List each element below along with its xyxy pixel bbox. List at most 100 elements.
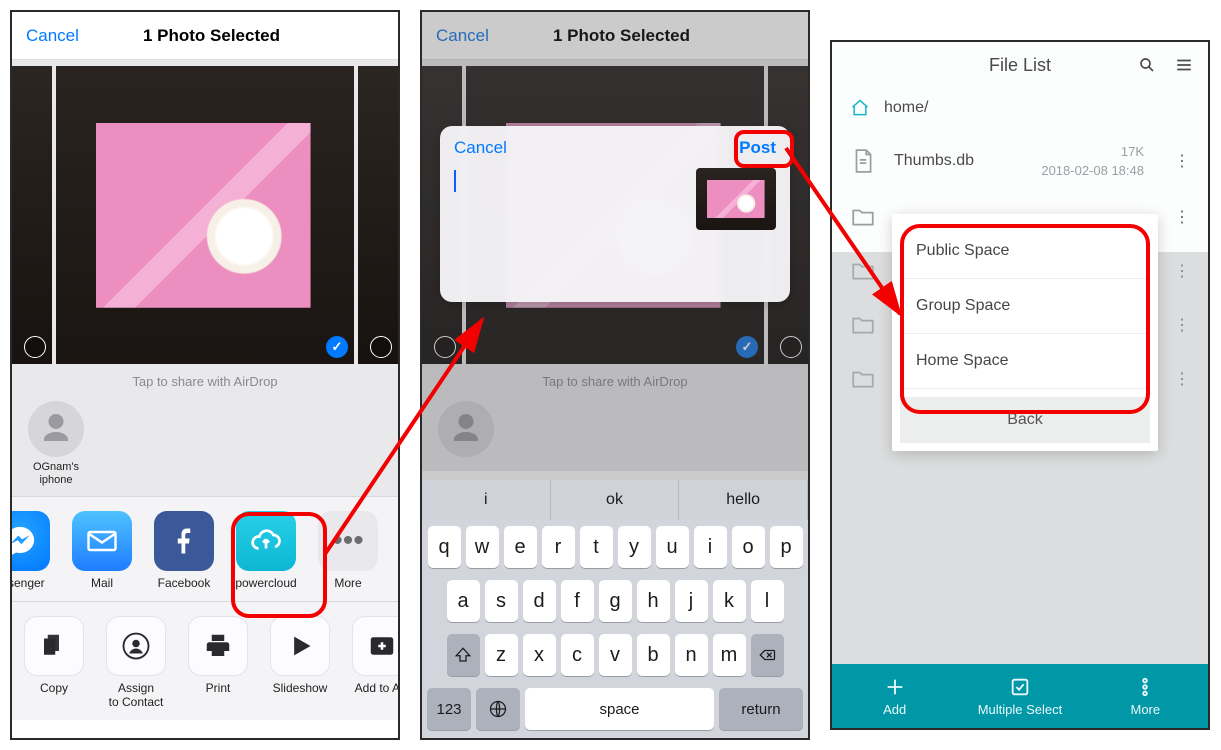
share-app-facebook[interactable]: Facebook: [146, 511, 222, 591]
ios-keyboard: i ok hello q w e r t y u i o p a s d f g…: [422, 480, 808, 738]
kb-key[interactable]: a: [447, 580, 480, 622]
kb-key[interactable]: h: [637, 580, 670, 622]
share-app-label: More: [310, 577, 386, 591]
kb-row-2: a s d f g h j k l: [422, 574, 808, 628]
toolbar-add[interactable]: Add: [832, 664, 957, 728]
file-size: 17K: [1121, 144, 1144, 159]
kb-key[interactable]: q: [428, 526, 461, 568]
share-app-label: Mail: [64, 577, 140, 591]
select-circle-empty[interactable]: [24, 336, 46, 358]
kb-space[interactable]: space: [525, 688, 714, 730]
kb-row-1: q w e r t y u i o p: [422, 520, 808, 574]
selected-photo[interactable]: [56, 66, 354, 364]
kb-key[interactable]: p: [770, 526, 803, 568]
kb-key[interactable]: w: [466, 526, 499, 568]
breadcrumb[interactable]: home/: [832, 88, 1208, 132]
file-list-title: File List: [989, 55, 1051, 76]
action-add-album[interactable]: Add to Alb: [344, 616, 398, 696]
kb-key[interactable]: n: [675, 634, 708, 676]
adjacent-photo-left[interactable]: [12, 66, 52, 364]
airdrop-target[interactable]: OGnam's iphone: [24, 401, 88, 486]
post-submit-button[interactable]: Post: [739, 138, 776, 158]
space-option-home[interactable]: Home Space: [900, 334, 1150, 389]
kb-key[interactable]: l: [751, 580, 784, 622]
file-icon: [850, 146, 876, 176]
print-icon: [188, 616, 248, 676]
space-picker-back[interactable]: Back: [900, 397, 1150, 443]
kb-key[interactable]: i: [694, 526, 727, 568]
file-name: Thumbs.db: [894, 152, 974, 170]
kb-key[interactable]: g: [599, 580, 632, 622]
action-label: Assign: [98, 682, 174, 696]
kb-key[interactable]: f: [561, 580, 594, 622]
post-thumbnail: [696, 168, 776, 230]
airdrop-contacts: OGnam's iphone: [12, 397, 398, 496]
share-actions-row: Copy Assign to Contact Print Slideshow: [12, 601, 398, 720]
kb-key[interactable]: c: [561, 634, 594, 676]
phone-file-list: File List home/ Thumbs.db 17K 2018-02-08…: [830, 40, 1210, 730]
kb-key[interactable]: k: [713, 580, 746, 622]
share-app-label: essenger: [12, 577, 58, 591]
airdrop-hint: Tap to share with AirDrop: [12, 364, 398, 397]
action-slideshow[interactable]: Slideshow: [262, 616, 338, 696]
kb-suggestion[interactable]: ok: [551, 480, 680, 520]
action-print[interactable]: Print: [180, 616, 256, 696]
kb-row-fn: 123 space return: [422, 682, 808, 738]
play-icon: [270, 616, 330, 676]
toolbar-multiselect[interactable]: Multiple Select: [957, 664, 1082, 728]
breadcrumb-path: home/: [884, 99, 928, 117]
text-caret[interactable]: [454, 170, 456, 192]
row-menu-icon[interactable]: ⋮: [1174, 151, 1190, 171]
kb-suggestion[interactable]: hello: [679, 480, 808, 520]
space-picker: Public Space Group Space Home Space Back: [892, 214, 1158, 451]
kb-key[interactable]: z: [485, 634, 518, 676]
search-icon[interactable]: [1138, 56, 1156, 79]
kb-globe[interactable]: [476, 688, 520, 730]
file-date: 2018-02-08 18:48: [1041, 163, 1144, 178]
share-app-messenger[interactable]: essenger: [12, 511, 58, 591]
kb-key[interactable]: o: [732, 526, 765, 568]
mail-icon: [72, 511, 132, 571]
kb-key[interactable]: t: [580, 526, 613, 568]
kb-key[interactable]: u: [656, 526, 689, 568]
kb-key[interactable]: s: [485, 580, 518, 622]
space-option-public[interactable]: Public Space: [900, 224, 1150, 279]
kb-key[interactable]: e: [504, 526, 537, 568]
hamburger-icon[interactable]: [1174, 56, 1194, 79]
kb-return[interactable]: return: [719, 688, 803, 730]
powercloud-icon: [236, 511, 296, 571]
kb-suggestion[interactable]: i: [422, 480, 551, 520]
share-header: Cancel 1 Photo Selected: [12, 12, 398, 60]
kb-key[interactable]: d: [523, 580, 556, 622]
kb-key[interactable]: r: [542, 526, 575, 568]
action-copy[interactable]: Copy: [16, 616, 92, 696]
kb-backspace[interactable]: [751, 634, 784, 676]
share-app-powercloud[interactable]: powercloud: [228, 511, 304, 591]
row-menu-icon[interactable]: ⋮: [1174, 207, 1190, 227]
kb-row-3: z x c v b n m: [422, 628, 808, 682]
contact-name: OGnam's: [24, 461, 88, 474]
kb-key[interactable]: j: [675, 580, 708, 622]
kb-key[interactable]: m: [713, 634, 746, 676]
file-list-header: File List: [832, 42, 1208, 88]
kb-key[interactable]: b: [637, 634, 670, 676]
share-app-mail[interactable]: Mail: [64, 511, 140, 591]
file-row[interactable]: Thumbs.db 17K 2018-02-08 18:48 ⋮: [832, 132, 1208, 190]
share-apps-more[interactable]: ••• More: [310, 511, 386, 591]
more-icon: •••: [318, 511, 378, 571]
kb-numbers[interactable]: 123: [427, 688, 471, 730]
kb-key[interactable]: x: [523, 634, 556, 676]
share-apps-row: essenger Mail Facebook powercloud ••• Mo…: [12, 496, 398, 601]
kb-key[interactable]: y: [618, 526, 651, 568]
post-sheet: Cancel Post: [440, 126, 790, 302]
kb-shift[interactable]: [447, 634, 480, 676]
select-circle-empty[interactable]: [370, 336, 392, 358]
photo-strip: [12, 60, 398, 364]
select-circle-checked[interactable]: [326, 336, 348, 358]
action-assign-contact[interactable]: Assign to Contact: [98, 616, 174, 710]
adjacent-photo-right[interactable]: [358, 66, 398, 364]
space-option-group[interactable]: Group Space: [900, 279, 1150, 334]
toolbar-more[interactable]: More: [1083, 664, 1208, 728]
kb-key[interactable]: v: [599, 634, 632, 676]
post-cancel-button[interactable]: Cancel: [454, 138, 507, 158]
